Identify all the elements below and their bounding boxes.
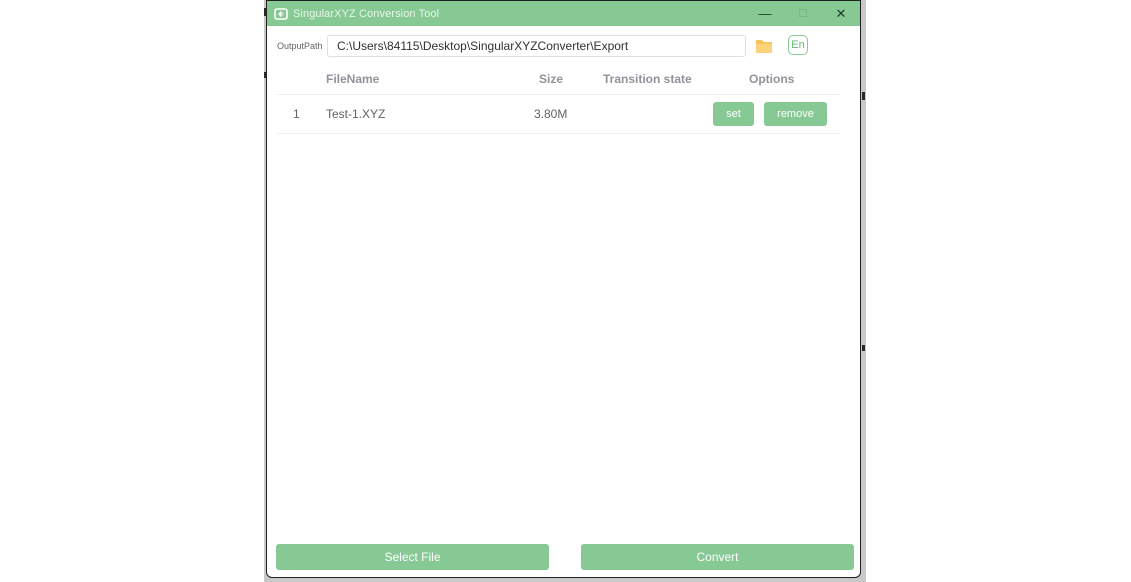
table-row[interactable]: 1 Test-1.XYZ 3.80M set remove <box>277 95 841 134</box>
title-bar[interactable]: SingularXYZ Conversion Tool — ☐ ✕ <box>267 1 860 26</box>
language-toggle-button[interactable]: En <box>788 35 808 55</box>
output-path-row: OutputPath En <box>277 34 837 58</box>
table-header: FileName Size Transition state Options <box>277 63 841 95</box>
output-path-label: OutputPath <box>277 41 323 51</box>
minimize-button[interactable]: — <box>746 1 784 26</box>
row-size: 3.80M <box>534 107 568 121</box>
remove-button[interactable]: remove <box>764 102 827 126</box>
column-header-size: Size <box>539 71 564 86</box>
row-index: 1 <box>293 107 300 121</box>
column-header-state: Transition state <box>603 71 692 86</box>
window-title: SingularXYZ Conversion Tool <box>293 7 440 20</box>
close-button[interactable]: ✕ <box>822 1 860 26</box>
select-file-button[interactable]: Select File <box>276 544 549 570</box>
backdrop-edge-mark <box>862 92 865 100</box>
app-window: SingularXYZ Conversion Tool — ☐ ✕ Output… <box>266 0 861 578</box>
file-table: FileName Size Transition state Options 1… <box>277 63 841 134</box>
convert-button[interactable]: Convert <box>581 544 854 570</box>
column-header-filename: FileName <box>326 71 380 86</box>
column-header-options: Options <box>749 71 795 86</box>
folder-icon[interactable] <box>755 38 773 54</box>
output-path-input[interactable] <box>327 35 746 57</box>
window-controls: — ☐ ✕ <box>746 1 860 26</box>
row-filename: Test-1.XYZ <box>326 107 386 121</box>
app-logo-icon <box>274 7 288 21</box>
maximize-button[interactable]: ☐ <box>784 1 822 26</box>
set-button[interactable]: set <box>713 102 754 126</box>
backdrop-edge-mark <box>862 345 865 351</box>
